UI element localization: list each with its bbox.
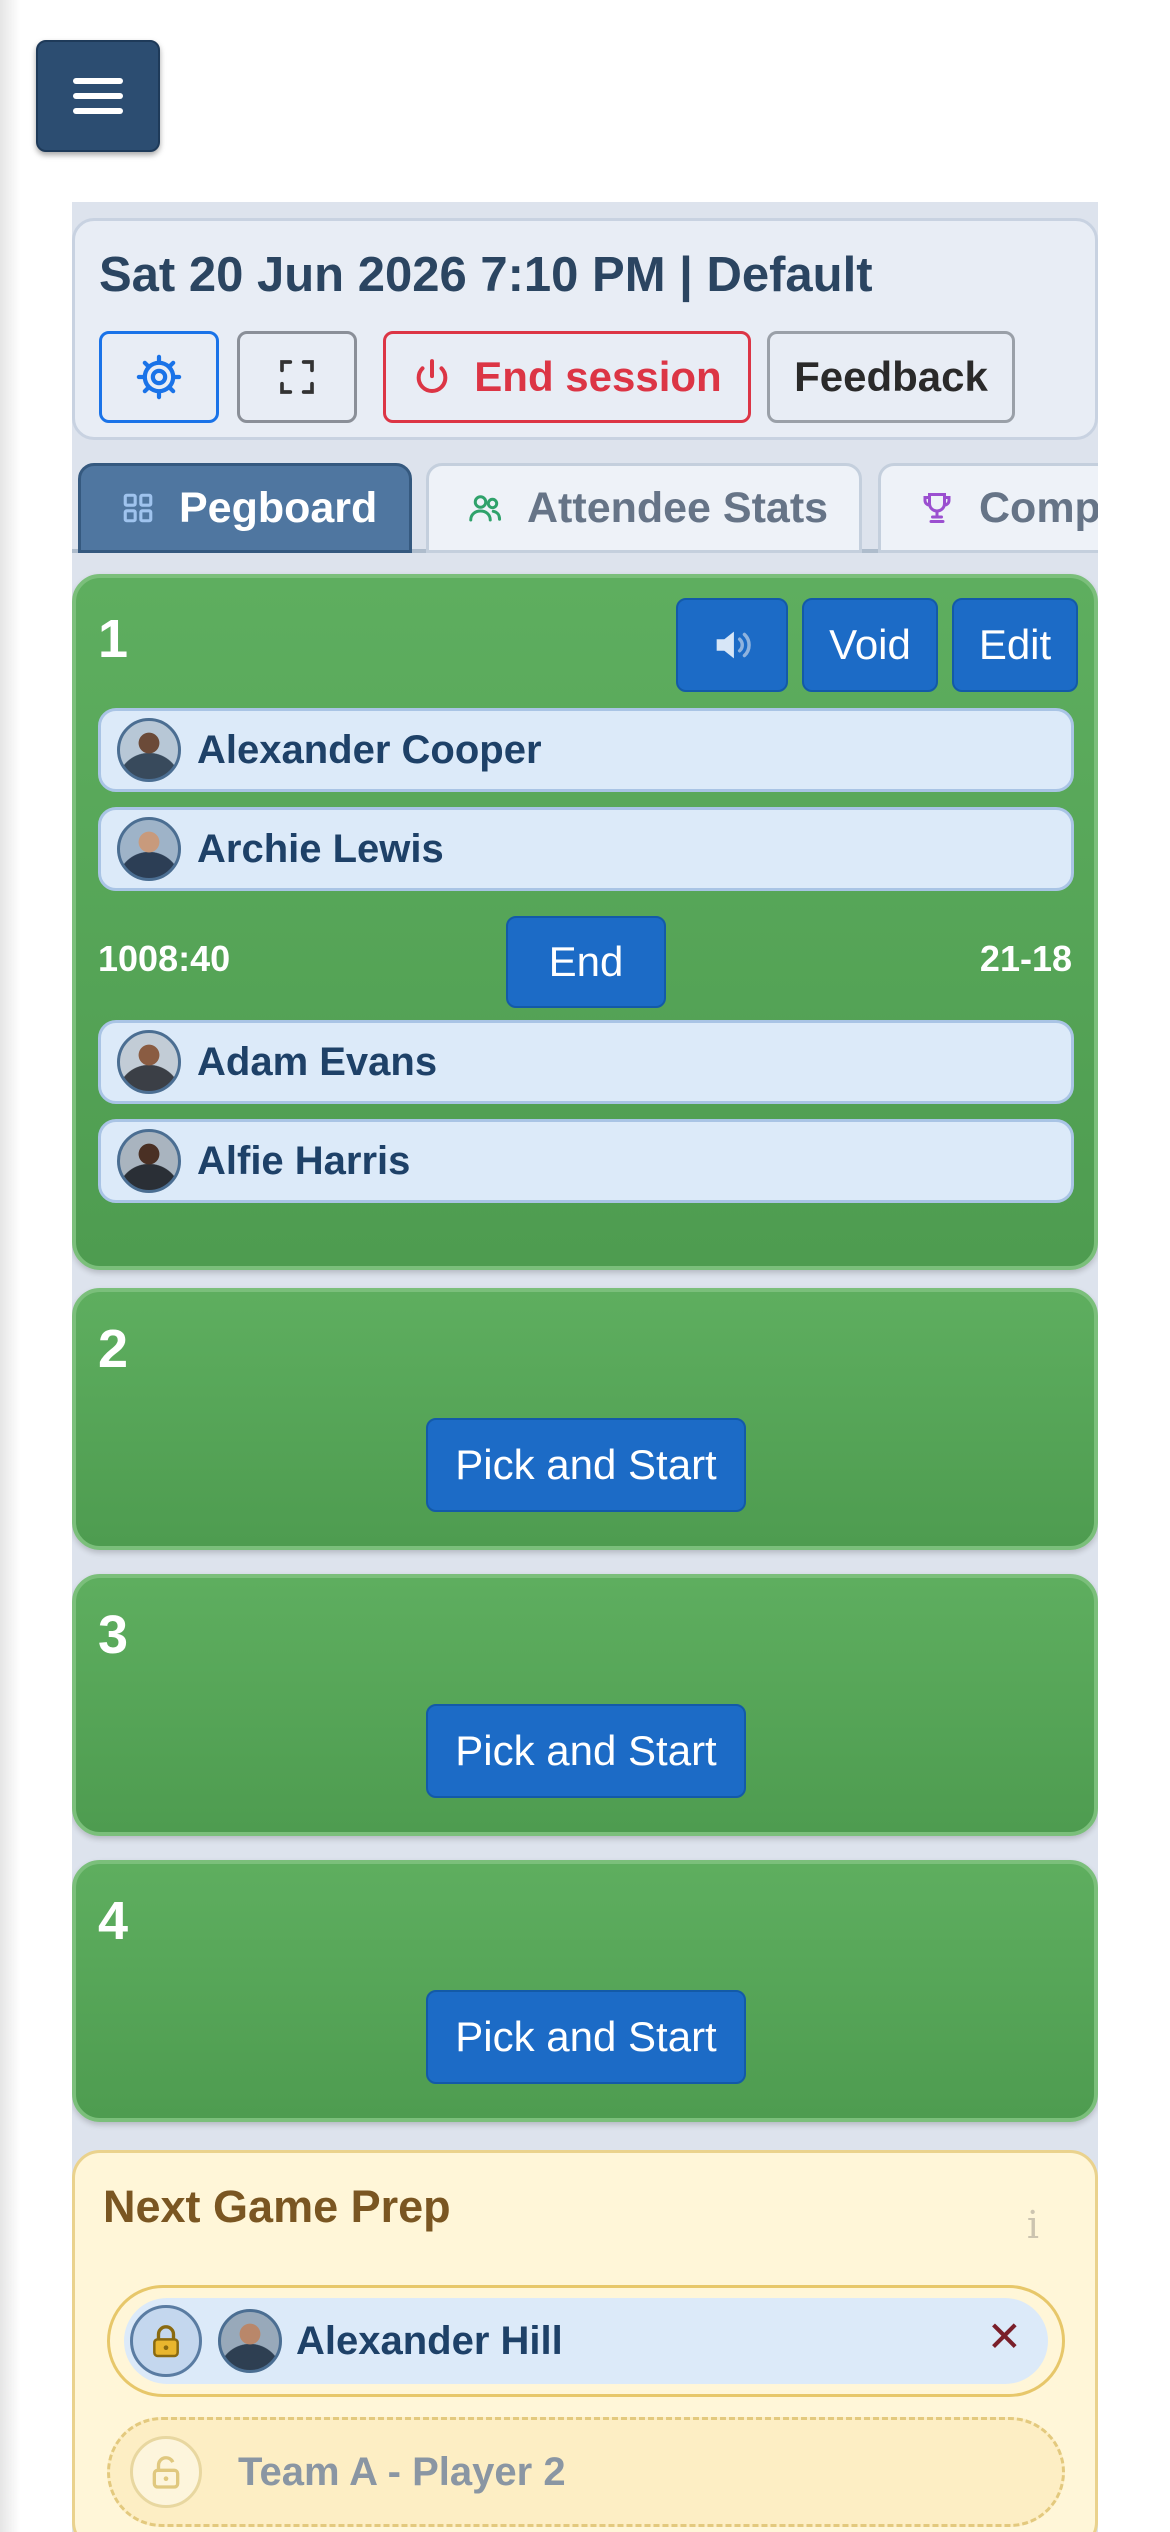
empty-prep-slot[interactable]: Team A - Player 2 bbox=[107, 2417, 1065, 2527]
trophy-icon bbox=[923, 493, 951, 523]
avatar bbox=[218, 2309, 282, 2373]
avatar bbox=[117, 817, 181, 881]
game-score: 21-18 bbox=[979, 938, 1072, 979]
fullscreen-button[interactable] bbox=[237, 331, 357, 423]
pick-and-start-button[interactable]: Pick and Start bbox=[426, 1704, 746, 1798]
next-game-prep-panel: Next Game Prep i Alexander Hill ✕ Team A… bbox=[72, 2150, 1098, 2532]
end-session-label: End session bbox=[474, 353, 722, 400]
player-chip[interactable]: Alexander Cooper bbox=[98, 708, 1074, 792]
tab-pegboard-label: Pegboard bbox=[179, 483, 378, 532]
tab-pegboard[interactable]: Pegboard bbox=[78, 463, 412, 553]
avatar bbox=[117, 1030, 181, 1094]
remove-player-icon[interactable]: ✕ bbox=[987, 2312, 1022, 2361]
court-card-3: 3 Pick and Start bbox=[72, 1574, 1098, 1836]
info-icon[interactable]: i bbox=[1027, 2203, 1039, 2247]
court-number: 1 bbox=[98, 609, 129, 669]
court-card-4: 4 Pick and Start bbox=[72, 1860, 1098, 2122]
speaker-icon bbox=[716, 631, 751, 659]
lock-toggle-button[interactable] bbox=[130, 2436, 202, 2508]
tab-attendee-stats[interactable]: Attendee Stats bbox=[426, 463, 862, 553]
avatar bbox=[117, 1129, 181, 1193]
avatar bbox=[117, 718, 181, 782]
power-icon bbox=[417, 359, 448, 393]
player-chip[interactable]: Archie Lewis bbox=[98, 807, 1074, 891]
prep-slot: Alexander Hill ✕ bbox=[107, 2285, 1065, 2397]
users-icon bbox=[469, 495, 502, 522]
feedback-label: Feedback bbox=[794, 353, 988, 400]
unlock-icon bbox=[152, 2456, 180, 2489]
tab-comp[interactable]: Comp bbox=[878, 463, 1098, 553]
hamburger-menu-button[interactable] bbox=[36, 40, 160, 152]
player-name: Alexander Hill bbox=[296, 2318, 563, 2363]
tab-bar: Pegboard Attendee Stats Comp bbox=[72, 459, 1098, 553]
player-name: Adam Evans bbox=[197, 1039, 438, 1084]
court-card-1: 1 Void Edit Alexander Cooper Archie Lewi… bbox=[72, 574, 1098, 1270]
settings-button[interactable] bbox=[99, 331, 219, 423]
pick-and-start-button[interactable]: Pick and Start bbox=[426, 1418, 746, 1512]
announce-button[interactable] bbox=[676, 598, 788, 692]
tab-comp-label: Comp bbox=[979, 483, 1098, 532]
game-timer: 1008:40 bbox=[98, 938, 231, 979]
end-session-button[interactable]: End session bbox=[383, 331, 751, 423]
court-number: 2 bbox=[98, 1319, 129, 1379]
player-name: Archie Lewis bbox=[197, 826, 444, 871]
player-name: Alfie Harris bbox=[197, 1138, 411, 1183]
court-number: 4 bbox=[98, 1891, 129, 1951]
void-button[interactable]: Void bbox=[802, 598, 938, 692]
court-number: 3 bbox=[98, 1605, 129, 1665]
player-name: Alexander Cooper bbox=[197, 727, 542, 772]
feedback-button[interactable]: Feedback bbox=[767, 331, 1015, 423]
main-panel: Sat 20 Jun 2026 7:10 PM | Default End se… bbox=[72, 202, 1098, 2532]
lock-icon bbox=[153, 2325, 179, 2358]
next-game-prep-title: Next Game Prep bbox=[103, 2181, 451, 2232]
empty-slot-label: Team A - Player 2 bbox=[238, 2449, 566, 2494]
sidebar-edge-shadow bbox=[0, 0, 20, 2532]
gear-icon bbox=[136, 354, 182, 400]
end-game-button[interactable]: End bbox=[506, 916, 666, 1008]
tab-attendee-stats-label: Attendee Stats bbox=[527, 483, 829, 532]
session-header: Sat 20 Jun 2026 7:10 PM | Default End se… bbox=[72, 218, 1098, 440]
player-chip[interactable]: Adam Evans bbox=[98, 1020, 1074, 1104]
player-chip[interactable]: Alfie Harris bbox=[98, 1119, 1074, 1203]
court-card-2: 2 Pick and Start bbox=[72, 1288, 1098, 1550]
edit-button[interactable]: Edit bbox=[952, 598, 1078, 692]
prep-player-chip[interactable]: Alexander Hill ✕ bbox=[124, 2298, 1048, 2384]
session-title: Sat 20 Jun 2026 7:10 PM | Default bbox=[99, 248, 873, 302]
lock-toggle-button[interactable] bbox=[130, 2305, 202, 2377]
grid-icon bbox=[123, 493, 153, 523]
pick-and-start-button[interactable]: Pick and Start bbox=[426, 1990, 746, 2084]
fullscreen-icon bbox=[280, 360, 314, 394]
menu-icon bbox=[73, 69, 123, 123]
